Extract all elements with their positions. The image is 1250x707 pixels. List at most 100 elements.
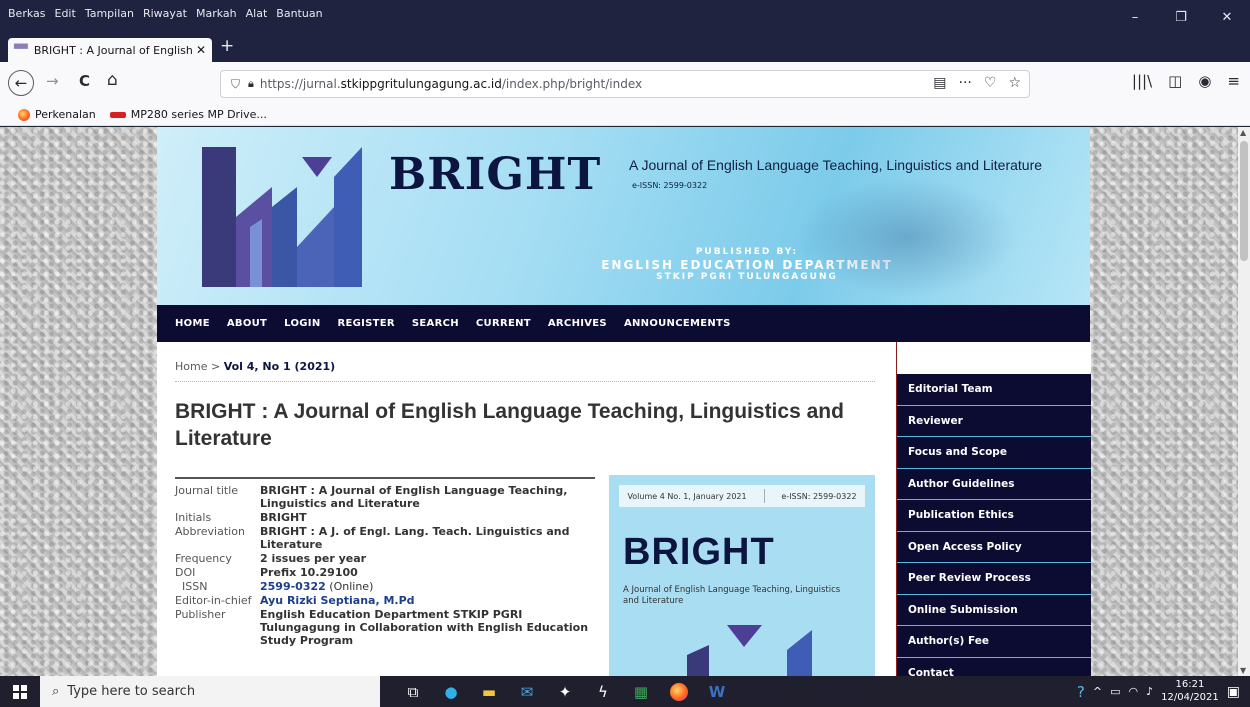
edge-icon[interactable]: ●: [432, 676, 470, 707]
excel-icon[interactable]: ▦: [622, 676, 660, 707]
page-actions-icon[interactable]: ···: [959, 75, 972, 91]
pocket-icon[interactable]: ♡: [984, 75, 997, 91]
taskbar-search-placeholder: Type here to search: [67, 684, 196, 699]
menu-edit[interactable]: Edit: [55, 7, 76, 20]
sidebar-item-contact[interactable]: Contact: [897, 657, 1091, 676]
dropbox-icon[interactable]: ✦: [546, 676, 584, 707]
page-scrollbar[interactable]: ▲ ▼: [1238, 127, 1250, 676]
nav-announcements[interactable]: ANNOUNCEMENTS: [624, 318, 731, 329]
file-explorer-icon[interactable]: ▬: [470, 676, 508, 707]
menu-tampilan[interactable]: Tampilan: [85, 7, 134, 20]
nav-home[interactable]: HOME: [175, 318, 210, 329]
volume-icon[interactable]: ♪: [1146, 685, 1153, 698]
network-icon[interactable]: ◠: [1128, 685, 1138, 698]
scroll-down-arrow-icon[interactable]: ▼: [1240, 666, 1246, 675]
nav-current[interactable]: CURRENT: [476, 318, 531, 329]
info-key: Journal title: [175, 484, 239, 497]
nav-search[interactable]: SEARCH: [412, 318, 459, 329]
close-window-button[interactable]: ✕: [1204, 0, 1250, 34]
scrollbar-thumb[interactable]: [1240, 141, 1248, 261]
cover-volume: Volume 4 No. 1, January 2021: [627, 491, 747, 501]
sidebar-menu: Editorial Team Reviewer Focus and Scope …: [897, 374, 1091, 676]
menu-berkas[interactable]: Berkas: [8, 7, 46, 20]
breadcrumb-current[interactable]: Vol 4, No 1 (2021): [224, 360, 335, 373]
address-bar[interactable]: ⛉ 🔒︎ https://jurnal.stkippgritulungagung…: [220, 70, 1030, 98]
sidebar-icon[interactable]: ◫: [1168, 72, 1182, 90]
sidebar-item-focus-and-scope[interactable]: Focus and Scope: [897, 437, 1091, 469]
home-button[interactable]: ⌂: [107, 70, 118, 90]
sidebar-item-editorial-team[interactable]: Editorial Team: [897, 374, 1091, 406]
mail-icon[interactable]: ✉: [508, 676, 546, 707]
minimize-button[interactable]: –: [1112, 0, 1158, 34]
new-tab-button[interactable]: +: [220, 36, 234, 56]
word-icon[interactable]: W: [698, 676, 736, 707]
sidebar-item-open-access-policy[interactable]: Open Access Policy: [897, 531, 1091, 563]
restore-button[interactable]: ❐: [1158, 0, 1204, 34]
battery-icon[interactable]: ▭: [1110, 685, 1120, 698]
reload-button[interactable]: C: [79, 72, 90, 90]
menu-bantuan[interactable]: Bantuan: [276, 7, 322, 20]
nav-login[interactable]: LOGIN: [284, 318, 320, 329]
published-by: PUBLISHED BY: ENGLISH EDUCATION DEPARTME…: [577, 247, 917, 283]
cover-header-band: Volume 4 No. 1, January 2021 e-ISSN: 259…: [619, 485, 865, 507]
library-icon[interactable]: |||\: [1132, 72, 1152, 90]
app-menu-icon[interactable]: ≡: [1227, 72, 1240, 90]
brand-issn: e-ISSN: 2599-0322: [632, 181, 708, 190]
sidebar-item-online-submission[interactable]: Online Submission: [897, 594, 1091, 626]
app-bolt-icon[interactable]: ϟ: [584, 676, 622, 707]
notifications-icon[interactable]: ▣: [1227, 684, 1240, 700]
nav-archives[interactable]: ARCHIVES: [548, 318, 607, 329]
navigation-toolbar: ← → C ⌂ ⛉ 🔒︎ https://jurnal.stkippgritul…: [0, 62, 1250, 104]
sidebar-item-reviewer[interactable]: Reviewer: [897, 405, 1091, 437]
forward-button[interactable]: →: [46, 72, 59, 90]
info-key: Publisher: [175, 607, 226, 621]
account-icon[interactable]: ◉: [1198, 72, 1211, 90]
info-key: DOI: [175, 565, 196, 579]
clock-date: 12/04/2021: [1161, 691, 1219, 703]
sidebar-item-peer-review-process[interactable]: Peer Review Process: [897, 563, 1091, 595]
reader-view-icon[interactable]: ▤: [933, 75, 946, 91]
bookmark-star-icon[interactable]: ☆: [1008, 75, 1021, 91]
menu-alat[interactable]: Alat: [246, 7, 268, 20]
firefox-taskbar-icon[interactable]: [660, 676, 698, 707]
sidebar-item-author-fee[interactable]: Author(s) Fee: [897, 626, 1091, 658]
menu-riwayat[interactable]: Riwayat: [143, 7, 187, 20]
nav-register[interactable]: REGISTER: [338, 318, 395, 329]
journal-cover-image[interactable]: Volume 4 No. 1, January 2021 e-ISSN: 259…: [609, 475, 875, 676]
info-key: ISSN: [182, 579, 208, 593]
clock[interactable]: 16:21 12/04/2021: [1161, 679, 1219, 704]
info-editor-link[interactable]: Ayu Rizki Septiana, M.Pd: [260, 594, 595, 609]
info-abbreviation: BRIGHT : A J. of Engl. Lang. Teach. Ling…: [260, 524, 570, 551]
task-view-icon[interactable]: ⧉: [394, 676, 432, 707]
back-button[interactable]: ←: [8, 70, 34, 96]
tab-bright[interactable]: ▀▀ BRIGHT : A Journal of English L ✕: [8, 38, 212, 62]
info-initials: BRIGHT: [260, 510, 307, 524]
table-row: Initials BRIGHT: [175, 510, 595, 526]
tracking-shield-icon[interactable]: ⛉: [231, 77, 240, 92]
scroll-up-arrow-icon[interactable]: ▲: [1240, 128, 1246, 137]
help-icon[interactable]: ?: [1077, 683, 1085, 701]
page-title: BRIGHT : A Journal of English Language T…: [175, 400, 844, 451]
breadcrumb-separator: >: [207, 360, 224, 373]
breadcrumb-home[interactable]: Home: [175, 360, 207, 373]
bookmark-mp280[interactable]: MP280 series MP Drive...: [109, 108, 267, 121]
close-tab-icon[interactable]: ✕: [196, 43, 206, 57]
menu-markah[interactable]: Markah: [196, 7, 237, 20]
taskbar-search[interactable]: ⌕ Type here to search: [40, 676, 380, 707]
start-button[interactable]: [0, 676, 40, 707]
sidebar-item-author-guidelines[interactable]: Author Guidelines: [897, 468, 1091, 500]
info-issn: 2599-0322 (Online): [260, 580, 595, 595]
info-key: Editor-in-chief: [175, 593, 252, 607]
lock-icon[interactable]: 🔒︎: [248, 77, 254, 91]
issn-link[interactable]: 2599-0322: [260, 580, 326, 593]
nav-about[interactable]: ABOUT: [227, 318, 267, 329]
bookmark-perkenalan[interactable]: Perkenalan: [18, 108, 96, 121]
tab-strip: ▀▀ BRIGHT : A Journal of English L ✕: [0, 34, 1250, 62]
windows-taskbar: ⌕ Type here to search ⧉ ● ▬ ✉ ✦ ϟ ▦ W ? …: [0, 676, 1250, 707]
sidebar-item-publication-ethics[interactable]: Publication Ethics: [897, 500, 1091, 532]
system-tray: ? ^ ▭ ◠ ♪ 16:21 12/04/2021 ▣: [1077, 676, 1240, 707]
journal-page: BRIGHT A Journal of English Language Tea…: [157, 127, 1091, 676]
tray-expand-icon[interactable]: ^: [1093, 685, 1102, 698]
publisher-institution: STKIP PGRI TULUNGAGUNG: [656, 272, 838, 283]
sidebar-header: [897, 342, 1091, 372]
